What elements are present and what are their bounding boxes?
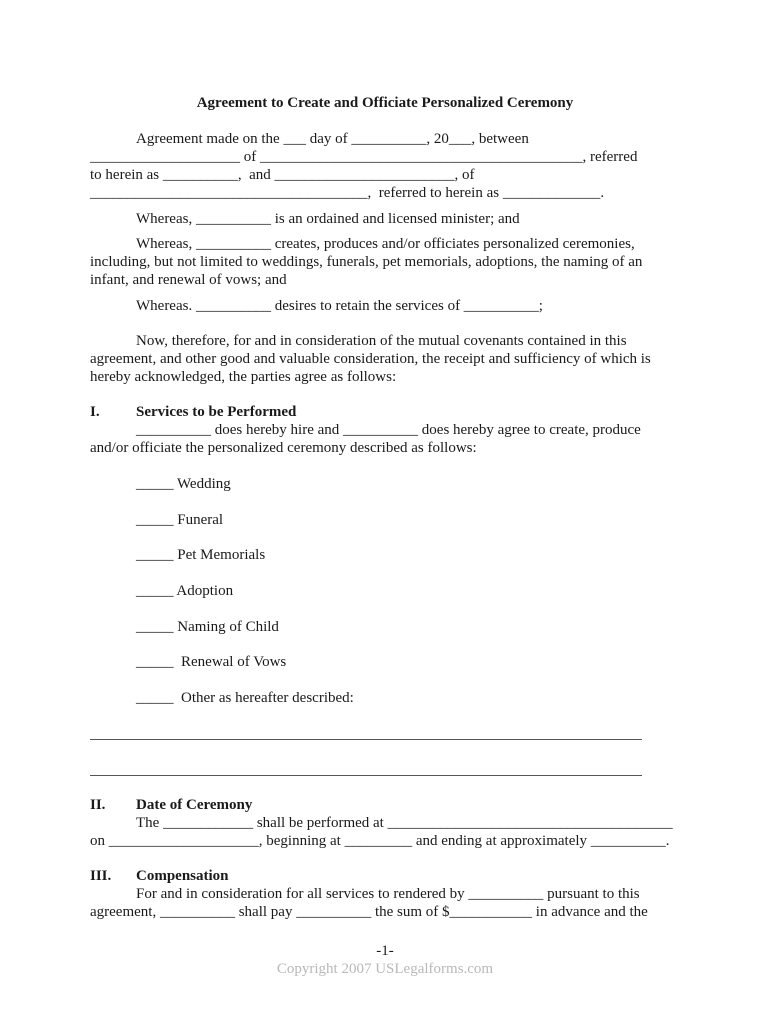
now-therefore-line-3: hereby acknowledged, the parties agree a… [90,369,397,385]
section-2-line-2: on ____________________, beginning at __… [90,833,670,849]
section-1-heading: Services to be Performed [136,404,297,420]
other-description-line-1[interactable] [90,739,642,740]
section-2-line-1: The ____________ shall be performed at _… [136,815,673,831]
option-naming-of-child[interactable]: _____ Naming of Child [136,618,279,636]
option-other[interactable]: _____ Other as hereafter described: [136,689,354,707]
other-description-line-2[interactable] [90,775,642,776]
option-adoption[interactable]: _____ Adoption [136,582,233,600]
option-funeral[interactable]: _____ Funeral [136,511,223,529]
copyright-notice: Copyright 2007 USLegalforms.com [276,961,494,977]
section-3-heading: Compensation [136,868,229,884]
section-1-line-1: __________ does hereby hire and ________… [136,422,641,438]
now-therefore-line-2: agreement, and other good and valuable c… [90,351,651,367]
section-3-number: III. [90,868,112,884]
intro-line-3: to herein as __________, and ___________… [90,167,475,183]
document-title: Agreement to Create and Officiate Person… [196,95,574,111]
option-wedding[interactable]: _____ Wedding [136,475,231,493]
page-number: -1- [376,943,394,959]
option-pet-memorials[interactable]: _____ Pet Memorials [136,546,265,564]
section-1-number: I. [90,404,100,420]
section-3-line-1: For and in consideration for all service… [136,886,640,902]
section-3-line-2: agreement, __________ shall pay ________… [90,904,648,920]
option-renewal-of-vows[interactable]: _____ Renewal of Vows [136,653,286,671]
intro-line-4: _____________________________________, r… [90,185,605,201]
whereas-ceremonies-line-2: including, but not limited to weddings, … [90,254,643,270]
section-2-number: II. [90,797,106,813]
whereas-ceremonies-line-3: infant, and renewal of vows; and [90,272,287,288]
whereas-retain: Whereas. __________ desires to retain th… [136,298,543,314]
document-page: Agreement to Create and Officiate Person… [0,0,770,1024]
whereas-ceremonies-line-1: Whereas, __________ creates, produces an… [136,236,635,252]
whereas-minister: Whereas, __________ is an ordained and l… [136,211,520,227]
intro-line-1: Agreement made on the ___ day of _______… [136,131,529,147]
section-1-line-2: and/or officiate the personalized ceremo… [90,440,477,456]
section-2-heading: Date of Ceremony [136,797,253,813]
now-therefore-line-1: Now, therefore, for and in consideration… [136,333,627,349]
intro-line-2: ____________________ of ________________… [90,149,638,165]
